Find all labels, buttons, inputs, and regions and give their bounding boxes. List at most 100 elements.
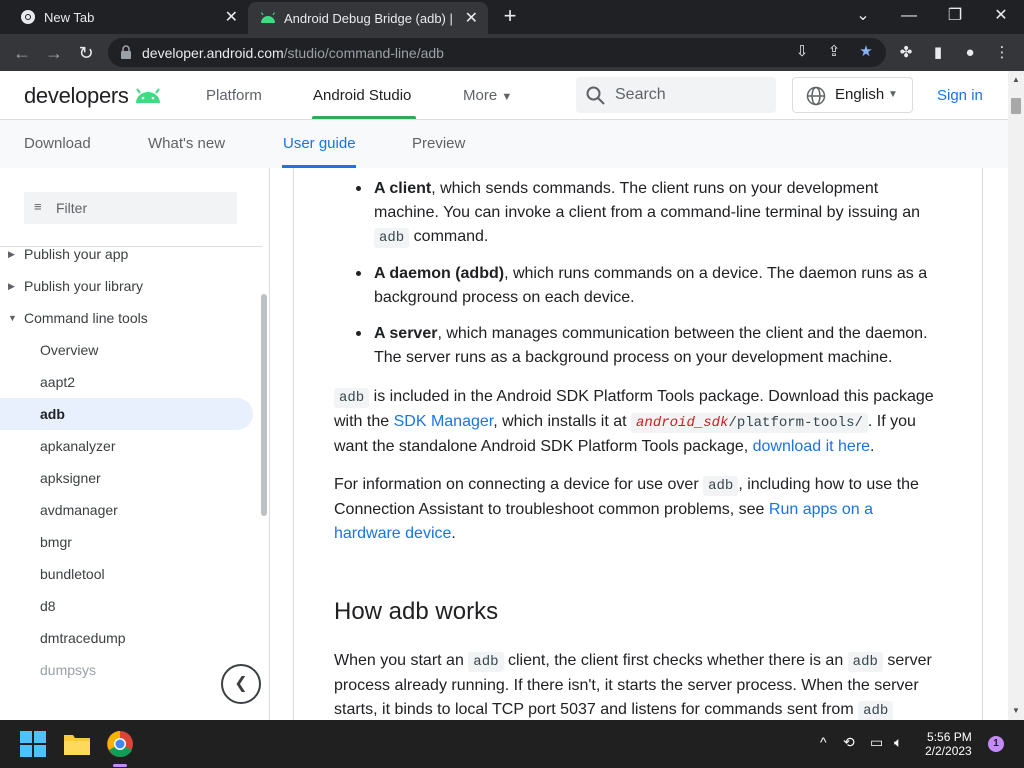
new-tab-button[interactable]: + xyxy=(498,4,522,28)
sidebar-item-bmgr[interactable]: bmgr xyxy=(0,526,253,558)
restore-button[interactable]: ❐ xyxy=(942,4,968,28)
sidebar-item-apkanalyzer[interactable]: apkanalyzer xyxy=(0,430,253,462)
windows-start-icon[interactable] xyxy=(17,728,49,760)
collapsed-arrow-icon[interactable]: ▶ xyxy=(8,270,15,302)
sidebar-item-label: Command line tools xyxy=(24,310,148,326)
extensions-icon[interactable]: ✤ xyxy=(896,43,916,63)
menu-icon[interactable]: ⋮ xyxy=(992,43,1012,63)
close-window-button[interactable]: ✕ xyxy=(988,4,1014,28)
sidebar-item-label: d8 xyxy=(40,598,56,614)
list-item: A client, which sends commands. The clie… xyxy=(334,177,934,250)
language-select[interactable]: English ▼ xyxy=(792,77,913,113)
sidebar-item-label: bundletool xyxy=(40,566,105,582)
paragraph: For information on connecting a device f… xyxy=(334,476,919,542)
address-bar[interactable]: developer.android.com/studio/command-lin… xyxy=(108,38,886,67)
scroll-down-icon[interactable]: ▼ xyxy=(1012,706,1020,715)
file-explorer-icon[interactable] xyxy=(61,728,93,760)
filter-icon: ≡ xyxy=(34,199,42,214)
sidebar-scrollbar[interactable] xyxy=(261,294,267,516)
sidebar-item-label: aapt2 xyxy=(40,374,76,390)
list-item: A server, which manages communication be… xyxy=(334,322,934,370)
subnav-user-guide[interactable]: User guide xyxy=(283,135,356,152)
tab-new-tab[interactable]: New Tab ✕ xyxy=(8,0,248,34)
network-icon[interactable]: ▭ xyxy=(870,734,883,751)
notification-badge[interactable]: 1 xyxy=(988,736,1004,752)
browser-tab-bar: New Tab ✕ Android Debug Bridge (adb) | A… xyxy=(0,0,1024,34)
sidebar-item-label: Publish your library xyxy=(24,278,144,294)
tab-search-icon[interactable]: ⌄ xyxy=(850,4,876,28)
sidebar-item-aapt2[interactable]: aapt2 xyxy=(0,366,253,398)
nav-platform[interactable]: Platform xyxy=(206,87,262,104)
close-tab-icon[interactable]: ✕ xyxy=(225,7,238,27)
sync-icon[interactable]: ⟲ xyxy=(843,734,855,751)
browser-toolbar: ← → ↻ developer.android.com/studio/comma… xyxy=(0,34,1024,71)
collapsed-arrow-icon[interactable]: ▶ xyxy=(8,238,15,270)
url-text: developer.android.com/studio/command-lin… xyxy=(142,45,444,61)
taskbar-clock[interactable]: 5:56 PM 2/2/2023 xyxy=(925,730,972,758)
sidebar-item-publish-your-library[interactable]: ▶ Publish your library xyxy=(0,270,253,302)
sidebar-item-label: apkanalyzer xyxy=(40,438,116,454)
side-panel-icon[interactable]: ▮ xyxy=(928,43,948,63)
subnav-preview[interactable]: Preview xyxy=(412,135,465,152)
volume-icon[interactable]: 🔈︎ xyxy=(894,734,902,751)
sign-in-link[interactable]: Sign in xyxy=(937,87,983,104)
scrollbar-thumb[interactable] xyxy=(1011,98,1021,114)
sidebar: ≡ Filter ▶ Publish your app ▶ Publish your … xyxy=(0,168,270,720)
nav-android-studio[interactable]: Android Studio xyxy=(313,87,411,104)
reload-icon[interactable]: ↻ xyxy=(74,41,98,65)
back-icon[interactable]: ← xyxy=(10,41,34,65)
list-item: A daemon (adbd), which runs commands on … xyxy=(334,262,934,310)
android-logo-icon xyxy=(136,88,161,103)
filter-input[interactable]: ≡ Filter xyxy=(24,192,237,224)
tab-adb[interactable]: Android Debug Bridge (adb) | A ✕ xyxy=(248,2,488,34)
bookmark-star-icon[interactable]: ★ xyxy=(856,42,876,62)
sidebar-item-dumpsys[interactable]: dumpsys xyxy=(0,654,253,686)
sidebar-item-label: Publish your app xyxy=(24,246,129,262)
sidebar-item-dmtracedump[interactable]: dmtracedump xyxy=(0,622,253,654)
sdk-manager-link[interactable]: SDK Manager xyxy=(394,413,494,430)
close-tab-icon[interactable]: ✕ xyxy=(465,8,478,28)
sidebar-item-label: adb xyxy=(40,406,65,422)
sidebar-item-publish-your-app[interactable]: ▶ Publish your app xyxy=(0,238,253,270)
chrome-taskbar-icon[interactable] xyxy=(104,728,136,767)
forward-icon[interactable]: → xyxy=(42,41,66,65)
subnav-download[interactable]: Download xyxy=(24,135,91,152)
download-link[interactable]: download it here xyxy=(753,438,870,455)
subnav-whats-new[interactable]: What's new xyxy=(148,135,225,152)
section-heading: How adb works xyxy=(334,598,499,625)
sidebar-item-command-line-tools[interactable]: ▼ Command line tools xyxy=(0,302,253,334)
sidebar-item-avdmanager[interactable]: avdmanager xyxy=(0,494,253,526)
dropdown-arrow-icon: ▼ xyxy=(888,89,898,100)
sidebar-item-label: Overview xyxy=(40,342,99,358)
sidebar-item-apksigner[interactable]: apksigner xyxy=(0,462,253,494)
sub-navigation: Download What's new User guide Preview xyxy=(0,120,1008,168)
scroll-up-icon[interactable]: ▲ xyxy=(1012,75,1020,84)
components-list: A client, which sends commands. The clie… xyxy=(334,177,934,382)
sidebar-item-d8[interactable]: d8 xyxy=(0,590,253,622)
chevron-left-icon: ❮ xyxy=(234,675,248,692)
share-icon[interactable]: ⇪ xyxy=(824,42,844,62)
globe-icon xyxy=(806,86,826,106)
install-icon[interactable]: ⇩ xyxy=(792,42,812,62)
windows-taskbar: ^ ⟲ ▭ 🔈︎ 5:56 PM 2/2/2023 1 xyxy=(0,720,1024,768)
collapse-sidebar-button[interactable]: ❮ xyxy=(221,664,261,704)
sidebar-item-adb[interactable]: adb xyxy=(0,398,253,430)
page-scrollbar[interactable]: ▲ ▼ xyxy=(1008,71,1024,720)
lock-icon[interactable] xyxy=(120,45,132,64)
sidebar-item-overview[interactable]: Overview xyxy=(0,334,253,366)
minimize-button[interactable]: — xyxy=(896,4,922,28)
chrome-icon xyxy=(20,9,36,25)
developers-logo[interactable]: developers xyxy=(24,83,162,109)
nav-more[interactable]: More ▼ xyxy=(463,87,512,104)
active-nav-indicator xyxy=(312,116,416,119)
tab-title: New Tab xyxy=(44,9,95,25)
dropdown-arrow-icon: ▼ xyxy=(501,91,513,103)
paragraph: When you start an adb client, the client… xyxy=(334,652,932,720)
sidebar-item-bundletool[interactable]: bundletool xyxy=(0,558,253,590)
sidebar-item-label: dumpsys xyxy=(40,662,97,678)
search-input[interactable]: Search xyxy=(576,77,776,113)
sidebar-item-label: avdmanager xyxy=(40,502,118,518)
expanded-arrow-icon[interactable]: ▼ xyxy=(8,302,17,334)
chevron-up-icon[interactable]: ^ xyxy=(820,734,827,750)
profile-icon[interactable]: ● xyxy=(960,43,980,63)
